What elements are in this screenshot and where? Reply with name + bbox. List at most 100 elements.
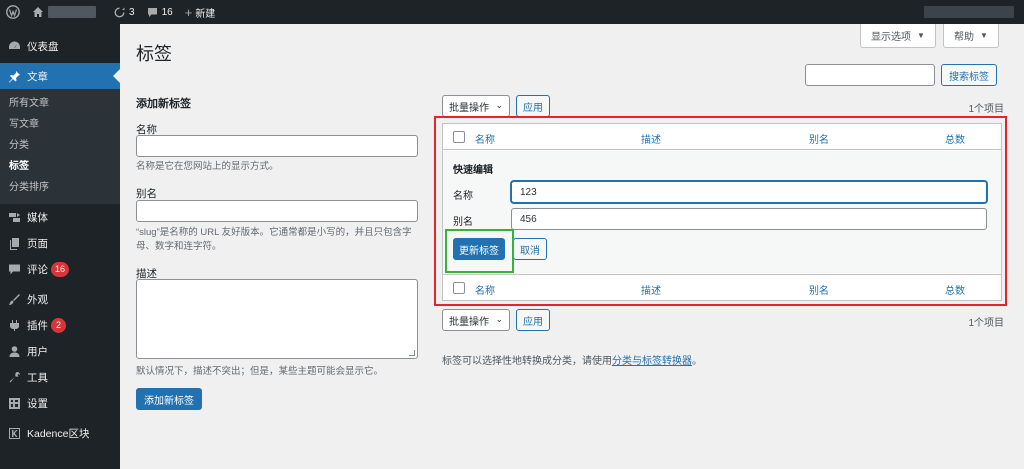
quick-edit-slug-input[interactable]: 456 (511, 208, 987, 230)
sidebar-item-kadence-blocks[interactable]: Kadence区块 (0, 420, 120, 446)
comments-count: 16 (161, 6, 173, 18)
column-slug[interactable]: 别名 (809, 282, 829, 297)
sidebar-item-label: 页面 (27, 237, 48, 250)
tag-name-input[interactable] (136, 135, 418, 157)
site-name[interactable] (26, 0, 102, 24)
comments-item[interactable]: 16 (141, 0, 179, 24)
name-description: 名称是它在您网站上的显示方式。 (136, 161, 279, 172)
quick-edit-name-input[interactable]: 123 (511, 181, 987, 203)
select-all-checkbox-bottom[interactable] (453, 282, 465, 294)
screen-options-button[interactable]: 显示选项 ▼ (860, 24, 936, 48)
updates-item[interactable]: 3 (108, 0, 141, 24)
column-slug[interactable]: 别名 (809, 131, 829, 146)
home-icon (33, 7, 43, 17)
select-all-checkbox-top[interactable] (453, 131, 465, 143)
add-new-tag-button[interactable]: 添加新标签 (136, 388, 202, 410)
chevron-down-icon: ⌄ (495, 100, 503, 110)
comment-icon (147, 7, 157, 17)
sidebar-item-label: 外观 (27, 293, 48, 306)
pin-icon (7, 69, 21, 83)
new-label: 新建 (195, 8, 216, 20)
help-label: 帮助 (954, 32, 974, 43)
column-name[interactable]: 名称 (475, 131, 495, 146)
settings-icon (7, 396, 21, 410)
sidebar-item-users[interactable]: 用户 (0, 338, 120, 364)
plus-icon: + (184, 4, 193, 20)
sidebar-item-label: 工具 (27, 371, 48, 384)
admin-sidebar: 仪表盘 文章 所有文章 写文章 分类 标签 分类排序 媒体 页面 评论 16 外… (0, 24, 120, 469)
quick-edit-row: 快速编辑 名称 123 别名 456 更新标签 取消 (443, 151, 1001, 273)
column-name[interactable]: 名称 (475, 282, 495, 297)
updates-count: 3 (129, 6, 135, 18)
apply-button-top[interactable]: 应用 (516, 95, 550, 117)
sidebar-item-pages[interactable]: 页面 (0, 230, 120, 256)
sidebar-item-posts[interactable]: 文章 (0, 63, 120, 89)
search-tags-button[interactable]: 搜索标签 (941, 64, 997, 86)
sidebar-item-label: 用户 (27, 345, 48, 358)
note-text: 标签可以选择性地转换成分类，请使用 (442, 356, 612, 367)
caret-down-icon: ▼ (980, 31, 988, 40)
plugins-badge: 2 (51, 317, 66, 333)
sidebar-item-tools[interactable]: 工具 (0, 364, 120, 390)
column-description[interactable]: 描述 (641, 131, 661, 146)
item-count-top: 1个项目 (968, 104, 1004, 115)
category-tag-converter-link[interactable]: 分类与标签转换器 (612, 356, 692, 367)
table-header: 名称 描述 别名 总数 (443, 124, 1001, 150)
update-tag-button[interactable]: 更新标签 (453, 238, 505, 260)
submenu-tags[interactable]: 标签 (0, 156, 120, 177)
sidebar-item-label: Kadence区块 (27, 427, 90, 440)
wordpress-logo[interactable] (0, 0, 26, 24)
plugin-icon (7, 318, 21, 332)
comment-icon (7, 262, 21, 276)
help-button[interactable]: 帮助 ▼ (943, 24, 999, 48)
submenu-all-posts[interactable]: 所有文章 (0, 93, 120, 114)
column-description[interactable]: 描述 (641, 282, 661, 297)
submenu-category-order[interactable]: 分类排序 (0, 177, 120, 198)
appearance-icon (7, 292, 21, 306)
apply-button-bottom[interactable]: 应用 (516, 309, 550, 331)
sidebar-item-plugins[interactable]: 插件 2 (0, 312, 120, 338)
updates-icon (114, 7, 125, 17)
search-tags-input[interactable] (805, 64, 935, 86)
column-count[interactable]: 总数 (945, 282, 965, 297)
admin-bar: 3 16 + 新建 (0, 0, 1024, 24)
sidebar-item-appearance[interactable]: 外观 (0, 286, 120, 312)
sidebar-item-label: 媒体 (27, 211, 48, 224)
new-content-item[interactable]: + 新建 (179, 0, 222, 24)
sidebar-item-comments[interactable]: 评论 16 (0, 256, 120, 282)
submenu-categories[interactable]: 分类 (0, 135, 120, 156)
column-count[interactable]: 总数 (945, 131, 965, 146)
slug-label: 别名 (136, 188, 157, 200)
cancel-button[interactable]: 取消 (513, 238, 547, 260)
resize-handle[interactable] (409, 350, 415, 356)
comments-badge: 16 (51, 261, 70, 277)
submenu-new-post[interactable]: 写文章 (0, 114, 120, 135)
tools-icon (7, 370, 21, 384)
note-end: 。 (692, 356, 702, 367)
bulk-action-select-bottom[interactable]: 批量操作 ⌄ (442, 309, 510, 331)
tag-description-textarea[interactable] (136, 279, 418, 359)
user-account-blurred[interactable] (924, 6, 1014, 18)
quick-edit-title: 快速编辑 (453, 165, 493, 176)
screen-options-label: 显示选项 (871, 32, 911, 43)
sidebar-item-label: 设置 (27, 397, 48, 410)
posts-submenu: 所有文章 写文章 分类 标签 分类排序 (0, 89, 120, 204)
page-title: 标签 (136, 44, 172, 64)
table-footer: 名称 描述 别名 总数 (443, 274, 1001, 300)
item-count-bottom: 1个项目 (968, 318, 1004, 329)
site-name-blurred (48, 6, 96, 18)
sidebar-item-dashboard[interactable]: 仪表盘 (0, 33, 120, 59)
bulk-action-select-top[interactable]: 批量操作 ⌄ (442, 95, 510, 117)
tag-slug-input[interactable] (136, 200, 418, 222)
add-tag-heading: 添加新标签 (136, 98, 191, 110)
page-icon (7, 236, 21, 250)
sidebar-item-settings[interactable]: 设置 (0, 390, 120, 416)
tag-conversion-note: 标签可以选择性地转换成分类，请使用分类与标签转换器。 (442, 352, 702, 367)
sidebar-item-media[interactable]: 媒体 (0, 204, 120, 230)
quick-edit-name-label: 名称 (453, 191, 473, 202)
media-icon (7, 210, 21, 224)
user-icon (7, 344, 21, 358)
wordpress-icon (6, 5, 20, 19)
sidebar-item-label: 评论 (27, 263, 48, 276)
main-content: 标签 显示选项 ▼ 帮助 ▼ 搜索标签 添加新标签 名称 名称是它在您网站上的显… (120, 24, 1024, 469)
